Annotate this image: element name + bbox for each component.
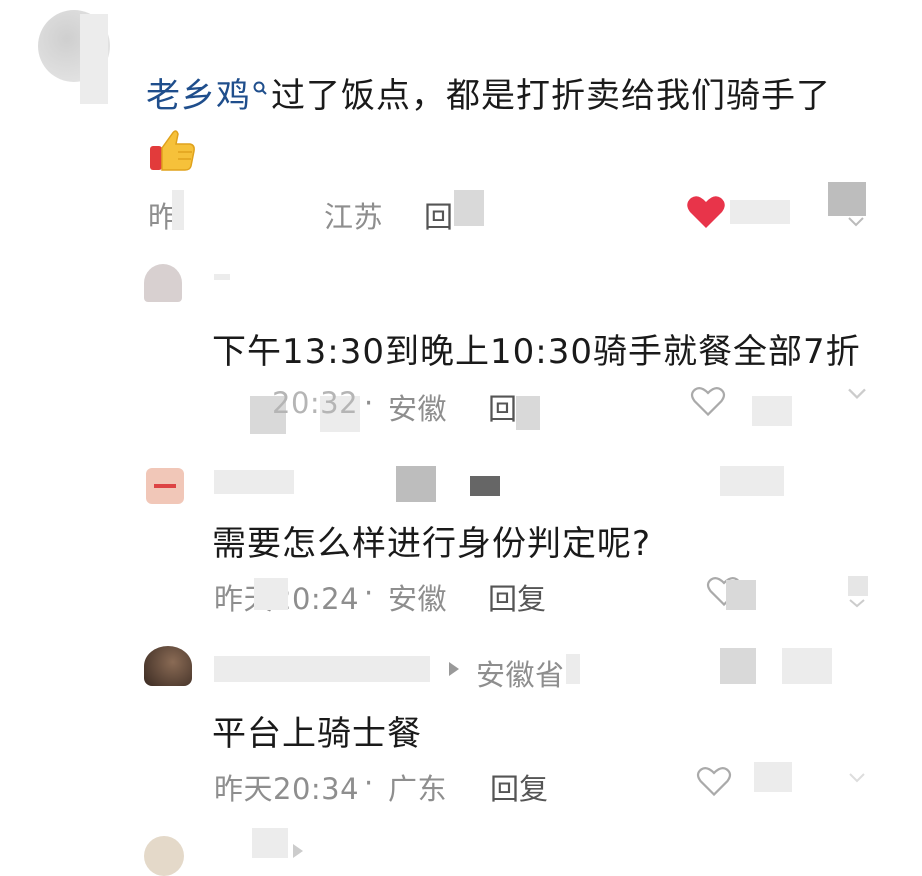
arrow-right-icon — [446, 658, 462, 680]
reply-location: 广东 — [388, 772, 448, 806]
blurred-username — [252, 828, 288, 858]
chevron-down-icon[interactable] — [846, 770, 868, 784]
comment-text: 过了饭点，都是打折卖给我们骑手了 — [271, 75, 831, 116]
reply-text: 平台上骑士餐 — [212, 714, 422, 754]
arrow-right-icon — [290, 842, 306, 858]
reply-button[interactable]: 回复 — [488, 576, 546, 618]
blurred-like-count — [726, 580, 756, 610]
avatar[interactable] — [144, 646, 192, 686]
separator: · — [364, 766, 374, 800]
blurred-area — [828, 182, 866, 216]
reply-button[interactable]: 回复 — [490, 766, 548, 808]
blurred-area — [720, 648, 756, 684]
reply-time: 20:32 — [272, 386, 359, 420]
blurred-area — [254, 578, 288, 610]
separator: · — [364, 386, 374, 420]
heart-outline-icon[interactable] — [690, 384, 726, 418]
blurred-area — [566, 654, 580, 684]
avatar-blur — [80, 14, 108, 104]
blurred-like-count — [752, 396, 792, 426]
comment-location: 江苏 — [324, 200, 384, 234]
reply-button[interactable]: 回 — [424, 194, 453, 236]
blurred-like-count — [754, 762, 792, 792]
chevron-down-icon[interactable] — [844, 386, 870, 402]
blurred-area — [516, 396, 540, 430]
blurred-username — [214, 274, 230, 280]
reply-location: 安徽 — [388, 392, 448, 426]
reply-time: 昨天20:34 — [214, 772, 360, 806]
avatar[interactable] — [146, 468, 184, 504]
avatar[interactable] — [144, 836, 184, 876]
reply-text: 下午13:30到晚上10:30骑手就餐全部7折 — [212, 332, 861, 372]
blurred-area — [454, 190, 484, 226]
thumbs-up-icon — [148, 124, 198, 174]
chevron-down-icon[interactable] — [846, 214, 866, 228]
avatar[interactable] — [144, 264, 182, 302]
blurred-area — [470, 476, 500, 496]
username[interactable]: 老乡鸡 — [146, 68, 251, 117]
blurred-area — [782, 648, 832, 684]
reply-location: 安徽 — [388, 582, 448, 616]
blurred-username — [214, 470, 294, 494]
chevron-down-icon[interactable] — [844, 576, 870, 610]
reply-text: 需要怎么样进行身份判定呢? — [212, 524, 652, 564]
reply-button[interactable]: 回 — [488, 386, 517, 428]
blurred-area — [172, 190, 184, 230]
blurred-like-count — [730, 200, 790, 224]
heart-outline-icon[interactable] — [696, 764, 732, 798]
heart-filled-icon[interactable] — [686, 194, 726, 230]
blurred-area — [396, 466, 436, 502]
search-icon[interactable] — [251, 78, 269, 106]
reply-to-name[interactable]: 安徽省 — [476, 652, 565, 694]
separator: · — [364, 576, 374, 610]
blurred-area — [720, 466, 784, 496]
comment-line: 老乡鸡 过了饭点，都是打折卖给我们骑手了 — [146, 68, 831, 116]
blurred-username — [214, 656, 430, 682]
